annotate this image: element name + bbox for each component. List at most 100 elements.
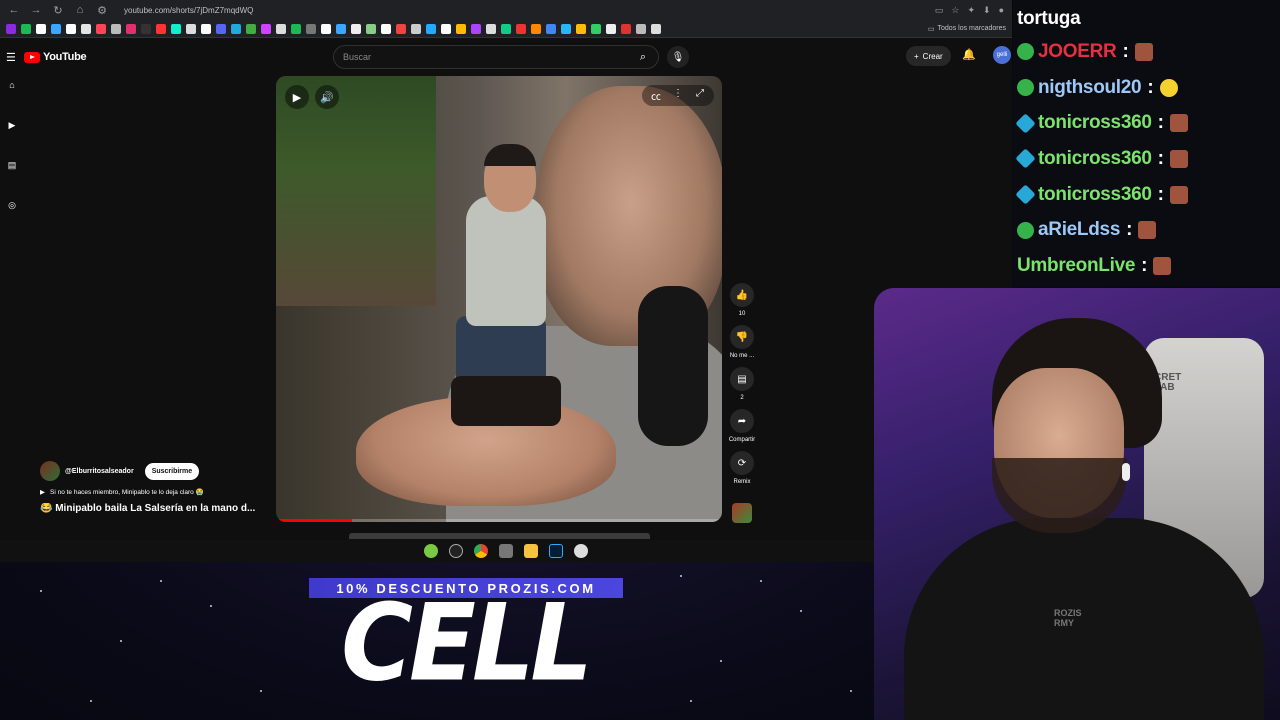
back-icon[interactable]: ← (8, 4, 20, 16)
bookmarks-folder[interactable]: ▭ Todos los marcadores (928, 25, 1006, 33)
create-button[interactable]: + Crear (906, 46, 951, 66)
bookmark-icon[interactable] (321, 23, 331, 34)
bookmark-icon[interactable] (81, 23, 91, 34)
bookmark-icon[interactable] (576, 23, 586, 34)
app-icon-grey[interactable] (499, 544, 513, 558)
app-icon-white[interactable] (574, 544, 588, 558)
url-text[interactable]: youtube.com/shorts/7jDmZ7mqdWQ (124, 6, 925, 15)
chat-separator: : (1141, 254, 1148, 276)
bookmark-icon[interactable] (216, 23, 226, 34)
bookmark-icon[interactable] (591, 23, 601, 34)
bookmark-icon[interactable] (396, 23, 406, 34)
dislike-action[interactable]: 👎 No me ... (730, 325, 754, 359)
bookmark-icon[interactable] (306, 23, 316, 34)
photoshop-icon[interactable] (549, 544, 563, 558)
chrome-icon[interactable] (474, 544, 488, 558)
bookmark-icon[interactable] (96, 23, 106, 34)
more-options-icon[interactable]: ⋮ (670, 88, 686, 103)
volume-button[interactable]: 🔊 (315, 85, 339, 109)
remix-action[interactable]: ⟳ Remix (730, 451, 754, 485)
cast-icon[interactable]: ▭ (935, 5, 944, 16)
bookmark-icon[interactable] (336, 23, 346, 34)
bookmark-icon[interactable] (561, 23, 571, 34)
captions-icon[interactable]: ㏄ (648, 88, 664, 103)
bookmark-icon[interactable] (186, 23, 196, 34)
chat-separator: : (1147, 76, 1154, 98)
bookmark-icon[interactable] (471, 23, 481, 34)
menu-icon[interactable]: ☰ (6, 51, 20, 64)
bookmark-star-icon[interactable]: ☆ (951, 5, 959, 16)
rail-item-home[interactable]: ⌂ (0, 80, 24, 120)
bookmark-icon[interactable] (456, 23, 466, 34)
emote-icon (1169, 114, 1188, 133)
bookmark-icon[interactable] (411, 23, 421, 34)
subscribe-button[interactable]: Suscribirme (144, 462, 200, 480)
bookmark-icon[interactable] (636, 23, 646, 34)
bookmark-icon[interactable] (51, 23, 61, 34)
home-icon[interactable]: ⌂ (74, 4, 86, 16)
search-button[interactable]: ⌕ (628, 46, 658, 68)
site-info-icon[interactable]: ⚙ (96, 4, 108, 17)
comments-count: 2 (740, 395, 744, 401)
chat-username: aRieLdss (1038, 219, 1121, 241)
video-title[interactable]: 😂 Minipablo baila La Salsería en la mano… (40, 503, 270, 514)
bookmark-icon[interactable] (426, 23, 436, 34)
bookmark-icon[interactable] (276, 23, 286, 34)
sound-thumbnail[interactable] (732, 503, 752, 523)
bookmark-icon[interactable] (291, 23, 301, 34)
extensions-icon[interactable]: ✦ (967, 5, 975, 16)
fullscreen-icon[interactable]: ⤢ (692, 88, 708, 103)
rail-item-shorts[interactable]: ▶ (0, 120, 24, 160)
share-action[interactable]: ➦ Compartir (729, 409, 755, 443)
rail-item-subscriptions[interactable]: ▤ (0, 160, 24, 200)
bookmark-icon[interactable] (171, 23, 181, 34)
bookmark-icon[interactable] (381, 23, 391, 34)
folder-icon[interactable] (524, 544, 538, 558)
downloads-icon[interactable]: ⬇ (983, 5, 991, 16)
channel-avatar[interactable] (40, 461, 60, 481)
bookmarks-bar: ▭ Todos los marcadores (0, 20, 1012, 38)
search-input[interactable] (343, 52, 628, 62)
reload-icon[interactable]: ↻ (52, 4, 64, 17)
bookmark-icon[interactable] (246, 23, 256, 34)
bookmark-icon[interactable] (516, 23, 526, 34)
bookmark-icon[interactable] (36, 23, 46, 34)
bookmark-icon[interactable] (366, 23, 376, 34)
short-video-player[interactable]: ▶ 🔊 ㏄ ⋮ ⤢ (276, 76, 722, 522)
share-label: Compartir (728, 437, 756, 443)
bookmark-icon[interactable] (621, 23, 631, 34)
bookmark-icon[interactable] (6, 23, 16, 34)
rail-item-you[interactable]: ◎ (0, 200, 24, 240)
bookmark-icon[interactable] (546, 23, 556, 34)
bookmark-icon[interactable] (486, 23, 496, 34)
bookmark-icon[interactable] (201, 23, 211, 34)
bookmark-icon[interactable] (111, 23, 121, 34)
profile-icon[interactable]: ● (999, 5, 1004, 16)
like-action[interactable]: 👍 10 (730, 283, 754, 317)
bookmark-icon[interactable] (156, 23, 166, 34)
channel-name[interactable]: @Elburritosalseador (65, 468, 134, 475)
bookmark-icon[interactable] (21, 23, 31, 34)
bookmark-icon[interactable] (531, 23, 541, 34)
bookmark-icon[interactable] (126, 23, 136, 34)
play-button[interactable]: ▶ (285, 85, 309, 109)
bookmark-icon[interactable] (66, 23, 76, 34)
bookmark-icon[interactable] (351, 23, 361, 34)
account-avatar[interactable]: gelli (993, 46, 1011, 64)
notifications-icon[interactable]: 🔔 (962, 48, 976, 61)
app-icon-obs[interactable] (449, 544, 463, 558)
bookmark-icon[interactable] (651, 23, 661, 34)
forward-icon[interactable]: → (30, 4, 42, 16)
app-icon-green[interactable] (424, 544, 438, 558)
youtube-logo[interactable]: YouTube (24, 51, 87, 63)
comments-action[interactable]: ▤ 2 (730, 367, 754, 401)
bookmark-icon[interactable] (441, 23, 451, 34)
bookmark-icon[interactable] (501, 23, 511, 34)
bookmark-icon[interactable] (141, 23, 151, 34)
video-description-row[interactable]: ▶ Si no te haces miembro, Minipablo te l… (40, 488, 270, 496)
bookmark-icon[interactable] (606, 23, 616, 34)
video-progress-bar[interactable] (276, 519, 722, 522)
bookmark-icon[interactable] (231, 23, 241, 34)
bookmark-icon[interactable] (261, 23, 271, 34)
voice-search-button[interactable]: 🎙 (667, 46, 689, 68)
